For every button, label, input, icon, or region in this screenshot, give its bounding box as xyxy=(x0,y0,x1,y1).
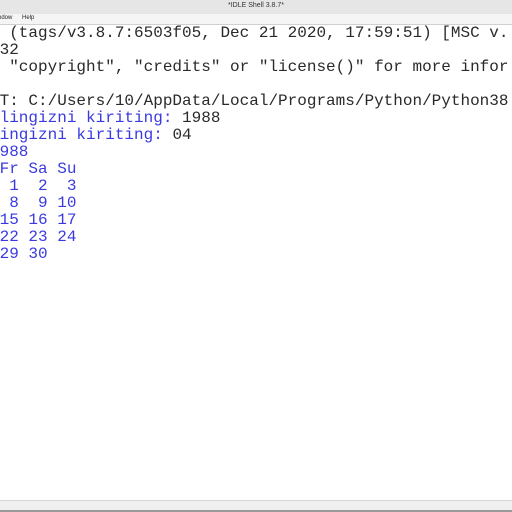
input-prompt: ilingizni kiriting: xyxy=(0,109,183,127)
shell-text-area[interactable]: 7 (tags/v3.8.7:6503f05, Dec 21 2020, 17:… xyxy=(0,25,512,498)
shell-line: n32 xyxy=(0,41,19,59)
menu-bar: ndow Help xyxy=(0,14,512,25)
calendar-week: 15 16 17 xyxy=(0,211,77,229)
shell-line: , "copyright", "credits" or "license()" … xyxy=(0,58,509,76)
restart-line: RT: C:/Users/10/AppData/Local/Programs/P… xyxy=(0,92,509,110)
menu-help[interactable]: Help xyxy=(22,15,34,21)
user-input: 04 xyxy=(172,126,192,144)
menu-window[interactable]: ndow xyxy=(0,15,12,21)
title-bar: *IDLE Shell 3.8.7* xyxy=(0,0,512,15)
calendar-weekdays: Fr Sa Su xyxy=(0,160,77,178)
calendar-header: 1988 xyxy=(0,143,29,161)
input-prompt: yingizni kiriting: xyxy=(0,126,173,144)
input-line-year: ilingizni kiriting: 1988 xyxy=(0,110,220,127)
calendar-week: 8 9 10 xyxy=(9,194,77,212)
user-input: 1988 xyxy=(182,109,221,127)
calendar-week: 22 23 24 xyxy=(0,228,77,246)
window-title: *IDLE Shell 3.8.7* xyxy=(227,2,285,9)
shell-line: 7 (tags/v3.8.7:6503f05, Dec 21 2020, 17:… xyxy=(0,25,509,42)
input-line-month: yingizni kiriting: 04 xyxy=(0,127,192,144)
calendar-week: 1 2 3 xyxy=(9,177,77,195)
calendar-week: 29 30 xyxy=(0,245,48,263)
